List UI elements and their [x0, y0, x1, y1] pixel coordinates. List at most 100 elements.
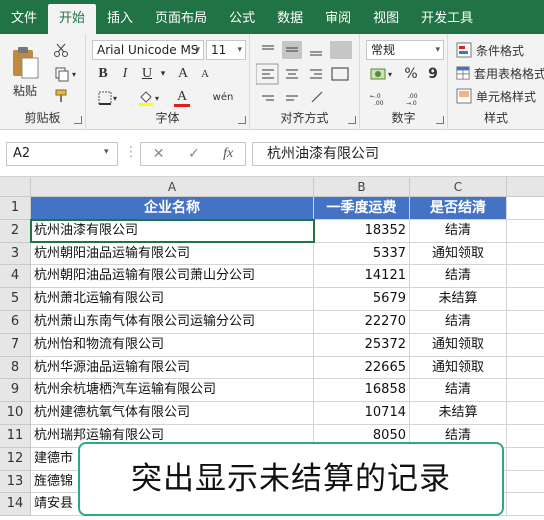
table-cell[interactable]	[507, 471, 544, 494]
table-cell[interactable]: 14121	[314, 265, 410, 289]
enter-icon[interactable]: ✓	[188, 146, 200, 162]
table-cell[interactable]: 结清	[410, 219, 507, 243]
row-header[interactable]: 6	[0, 311, 31, 334]
format-as-table-button[interactable]: 套用表格格式	[456, 63, 544, 83]
cancel-icon[interactable]: ✕	[153, 146, 165, 162]
chevron-down-icon[interactable]: ▾	[104, 147, 109, 157]
cut-button[interactable]	[50, 40, 72, 60]
tab-page-layout[interactable]: 页面布局	[144, 4, 218, 34]
number-format-select[interactable]: 常规 ▾	[366, 40, 444, 60]
table-cell[interactable]: 杭州萧山东南气体有限公司运输分公司	[31, 311, 314, 334]
table-cell[interactable]: 通知领取	[410, 242, 507, 266]
fill-color-button[interactable]: ▾	[134, 88, 162, 108]
decrease-decimal-button[interactable]: .00 →.0	[404, 90, 434, 108]
table-cell[interactable]: 未结算	[410, 402, 507, 425]
row-header[interactable]: 10	[0, 402, 31, 425]
table-cell[interactable]: 杭州油漆有限公司	[31, 219, 314, 243]
table-cell[interactable]	[507, 334, 544, 357]
table-cell[interactable]	[507, 220, 544, 243]
table-cell[interactable]: 22270	[314, 311, 410, 334]
table-cell[interactable]: 杭州华源油品运输有限公司	[31, 356, 314, 380]
table-cell[interactable]: 18352	[314, 219, 410, 243]
table-cell[interactable]: 杭州萧北运输有限公司	[31, 288, 314, 311]
table-header-cell[interactable]: 企业名称	[31, 197, 314, 220]
tab-insert[interactable]: 插入	[96, 4, 144, 34]
tab-view[interactable]: 视图	[362, 4, 410, 34]
clipboard-launcher-icon[interactable]	[74, 116, 82, 124]
number-launcher-icon[interactable]	[436, 116, 444, 124]
row-header[interactable]: 2	[0, 219, 31, 243]
column-header-a[interactable]: A	[31, 177, 314, 197]
table-cell[interactable]	[507, 243, 544, 266]
table-header-cell[interactable]: 一季度运费	[314, 197, 410, 220]
name-box[interactable]: A2	[6, 142, 118, 166]
bold-button[interactable]: B	[94, 64, 112, 84]
row-header[interactable]: 3	[0, 242, 31, 266]
table-cell[interactable]: 16858	[314, 379, 410, 403]
tab-formulas[interactable]: 公式	[218, 4, 266, 34]
table-cell[interactable]: 5337	[314, 242, 410, 266]
cell-styles-button[interactable]: 单元格样式	[456, 86, 544, 106]
font-launcher-icon[interactable]	[238, 116, 246, 124]
borders-button[interactable]: ▾	[94, 88, 120, 108]
table-cell[interactable]: 杭州朝阳油品运输有限公司	[31, 242, 314, 266]
column-header-c[interactable]: C	[410, 177, 507, 197]
row-header[interactable]: 4	[0, 265, 31, 289]
table-cell[interactable]: 22665	[314, 356, 410, 380]
table-cell[interactable]: 杭州朝阳油品运输有限公司萧山分公司	[31, 265, 314, 289]
insert-function-icon[interactable]: fx	[223, 146, 233, 162]
tab-data[interactable]: 数据	[266, 4, 314, 34]
table-cell[interactable]	[507, 402, 544, 425]
row-header[interactable]: 7	[0, 333, 31, 357]
format-painter-button[interactable]	[50, 86, 72, 106]
phonetic-button[interactable]: wén	[208, 86, 238, 108]
table-cell[interactable]: 通知领取	[410, 356, 507, 380]
italic-button[interactable]: I	[116, 64, 134, 84]
table-header-cell[interactable]: 是否结清	[410, 197, 507, 220]
row-header[interactable]: 14	[0, 493, 31, 517]
grow-font-button[interactable]: A	[174, 64, 192, 84]
table-cell[interactable]: 结清	[410, 311, 507, 334]
table-cell[interactable]: 结清	[410, 265, 507, 289]
table-cell[interactable]	[507, 425, 544, 448]
table-cell[interactable]: 杭州建德杭氧气体有限公司	[31, 402, 314, 425]
percent-button[interactable]: %	[402, 64, 420, 84]
column-header-d[interactable]	[507, 177, 544, 197]
table-cell[interactable]: 杭州余杭塘栖汽车运输有限公司	[31, 379, 314, 403]
row-header[interactable]: 13	[0, 470, 31, 494]
table-cell[interactable]: 未结算	[410, 288, 507, 311]
shrink-font-button[interactable]: A	[196, 64, 214, 84]
copy-button[interactable]: ▾	[50, 64, 80, 84]
font-color-button[interactable]: A	[168, 88, 196, 108]
comma-style-button[interactable]: 9	[424, 64, 442, 84]
row-header[interactable]: 1	[0, 197, 31, 220]
chevron-down-icon[interactable]: ▾	[158, 64, 168, 84]
increase-decimal-button[interactable]: ←.0.00	[368, 90, 398, 108]
table-cell[interactable]: 结清	[410, 379, 507, 403]
table-cell[interactable]	[507, 288, 544, 311]
conditional-formatting-button[interactable]: 条件格式	[456, 40, 544, 60]
font-name-select[interactable]: Arial Unicode MS ▾	[92, 40, 204, 60]
select-all-corner[interactable]	[0, 177, 31, 197]
table-cell[interactable]: 5679	[314, 288, 410, 311]
formula-input[interactable]: 杭州油漆有限公司	[252, 142, 544, 166]
row-header[interactable]: 11	[0, 425, 31, 448]
table-cell[interactable]	[507, 197, 544, 220]
row-header[interactable]: 9	[0, 379, 31, 403]
tab-developer[interactable]: 开发工具	[410, 4, 484, 34]
table-cell[interactable]	[507, 265, 544, 289]
table-cell[interactable]: 10714	[314, 402, 410, 425]
paste-button[interactable]: 粘贴	[6, 42, 44, 102]
alignment-launcher-icon[interactable]	[348, 116, 356, 124]
table-cell[interactable]	[507, 357, 544, 380]
accounting-button[interactable]: ▾	[366, 64, 396, 84]
row-header[interactable]: 5	[0, 288, 31, 311]
table-cell[interactable]: 25372	[314, 333, 410, 357]
column-header-b[interactable]: B	[314, 177, 410, 197]
table-cell[interactable]	[507, 493, 544, 517]
tab-file[interactable]: 文件	[0, 4, 48, 34]
row-header[interactable]: 8	[0, 356, 31, 380]
tab-home[interactable]: 开始	[48, 4, 97, 34]
table-cell[interactable]	[507, 379, 544, 403]
row-header[interactable]: 12	[0, 447, 31, 471]
